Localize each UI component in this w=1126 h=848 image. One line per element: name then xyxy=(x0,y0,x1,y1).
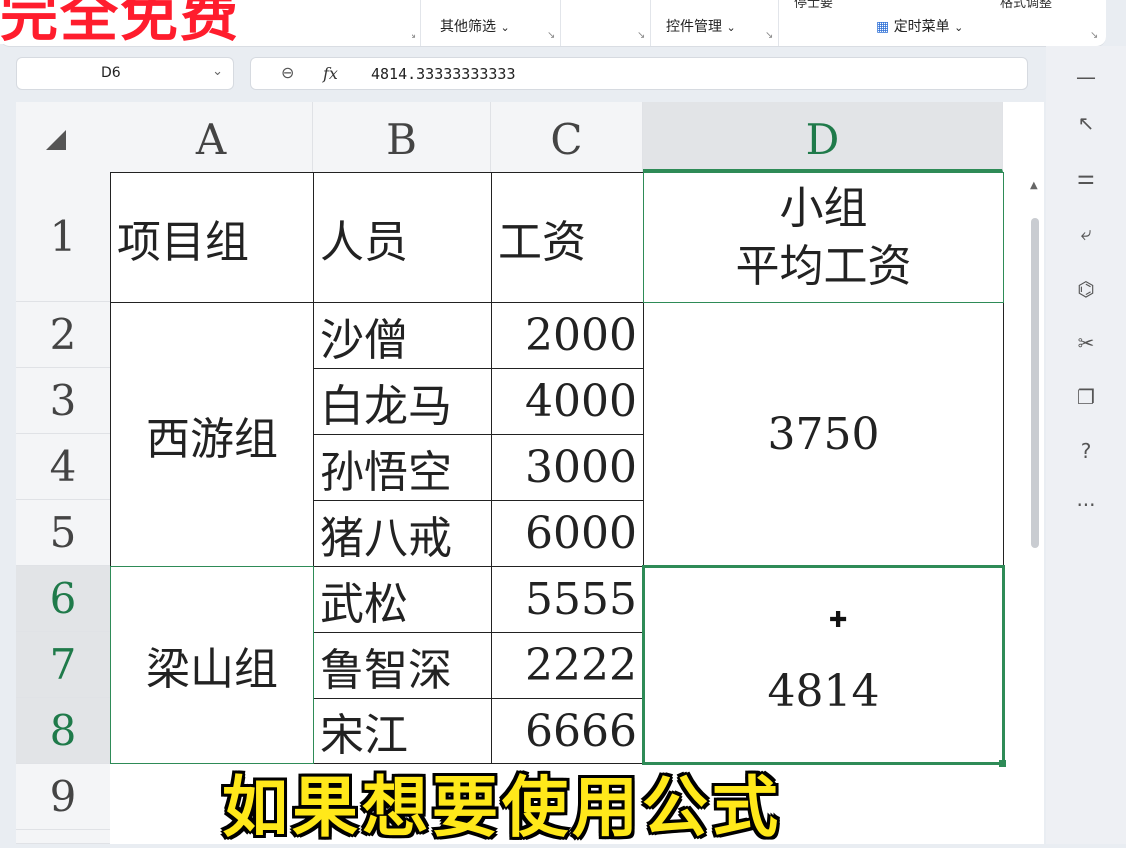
row-header-8[interactable]: 8 xyxy=(16,698,110,764)
cell-c6[interactable]: 5555 xyxy=(491,566,644,633)
row-header-1[interactable]: 1 xyxy=(16,172,110,302)
cell-c4[interactable]: 3000 xyxy=(491,434,644,501)
cell-d6-merged[interactable]: 4814 xyxy=(643,566,1004,764)
dialog-launcher-icon[interactable]: ↘ xyxy=(1090,30,1098,41)
book-icon[interactable]: ❐ xyxy=(1068,382,1104,412)
cell-b8[interactable]: 宋江 xyxy=(313,698,492,764)
cell-b3[interactable]: 白龙马 xyxy=(313,368,492,435)
chevron-down-icon: ⌄ xyxy=(500,21,510,34)
fill-handle[interactable] xyxy=(999,760,1006,767)
minimize-icon[interactable]: — xyxy=(1068,62,1104,92)
free-banner: 完全免费 xyxy=(0,0,241,49)
menu-app-icon: ▦ xyxy=(876,19,890,35)
column-header-c[interactable]: C xyxy=(491,102,643,172)
cell-a1[interactable]: 项目组 xyxy=(110,172,314,303)
avg-header-line2: 平均工资 xyxy=(735,240,912,292)
flow-icon[interactable]: ⌬ xyxy=(1068,274,1104,304)
cell-d1[interactable]: 小组 平均工资 xyxy=(643,172,1004,303)
control-manage-button[interactable]: 控件管理 ⌄ xyxy=(666,16,736,36)
column-header-b[interactable]: B xyxy=(313,102,491,172)
video-caption: 如果想要使用公式 xyxy=(222,769,782,846)
formula-bar[interactable]: ⊖ fx 4814.33333333333 xyxy=(250,57,1028,90)
cursor-select-icon[interactable]: ↖ xyxy=(1068,108,1104,138)
cell-c2[interactable]: 2000 xyxy=(491,302,644,369)
row-header-2[interactable]: 2 xyxy=(16,302,110,368)
control-manage-label: 控件管理 xyxy=(666,19,722,35)
cell-reference: D6 xyxy=(101,65,121,81)
tools-icon[interactable]: ✂ xyxy=(1068,328,1104,358)
cell-c1[interactable]: 工资 xyxy=(491,172,644,303)
avg-header-line1: 小组 xyxy=(779,182,868,234)
row-header-3[interactable]: 3 xyxy=(16,368,110,434)
timer-menu-button[interactable]: ▦ 定时菜单 ⌄ xyxy=(876,16,963,36)
cell-d2-merged[interactable]: 3750 xyxy=(643,302,1004,567)
select-all-icon xyxy=(46,130,66,150)
row-header-9[interactable]: 9 xyxy=(16,764,110,830)
cell-c5[interactable]: 6000 xyxy=(491,500,644,567)
dialog-launcher-icon[interactable]: ↘ xyxy=(637,30,645,41)
row-header-6[interactable]: 6 xyxy=(16,566,110,632)
more-icon[interactable]: ··· xyxy=(1068,490,1104,520)
row-header-10[interactable] xyxy=(16,830,110,844)
dialog-launcher-icon[interactable]: ↘ xyxy=(765,30,773,41)
cell-b2[interactable]: 沙僧 xyxy=(313,302,492,369)
cell-a2-merged[interactable]: 西游组 xyxy=(110,302,314,567)
other-filter-button[interactable]: 其他筛选 ⌄ xyxy=(440,16,510,36)
zoom-search-icon[interactable]: ⊖ xyxy=(281,63,294,82)
cell-b6[interactable]: 武松 xyxy=(313,566,492,633)
cell-b1[interactable]: 人员 xyxy=(313,172,492,303)
chevron-down-icon: ⌄ xyxy=(954,21,964,34)
scroll-up-icon[interactable]: ▲ xyxy=(1030,180,1038,191)
cell-c8[interactable]: 6666 xyxy=(491,698,644,764)
vertical-scrollbar[interactable]: ▲ xyxy=(1028,180,1042,560)
column-header-d[interactable]: D xyxy=(643,102,1003,172)
cell-a6-merged[interactable]: 梁山组 xyxy=(110,566,314,764)
cell-b4[interactable]: 孙悟空 xyxy=(313,434,492,501)
column-header-a[interactable]: A xyxy=(110,102,313,172)
row-header-7[interactable]: 7 xyxy=(16,632,110,698)
name-box[interactable]: D6 ⌄ xyxy=(16,57,234,90)
dialog-launcher-icon[interactable]: ↘ xyxy=(547,30,555,41)
row-header-5[interactable]: 5 xyxy=(16,500,110,566)
ribbon-cut-label: 格式调整 xyxy=(1000,0,1053,11)
adjust-icon[interactable]: ⚌ xyxy=(1068,162,1104,192)
cell-c3[interactable]: 4000 xyxy=(491,368,644,435)
fx-icon[interactable]: fx xyxy=(323,64,338,83)
chevron-down-icon: ⌄ xyxy=(726,21,736,34)
formula-value[interactable]: 4814.33333333333 xyxy=(371,65,516,83)
ribbon-cut-label: 停士要 xyxy=(794,0,834,11)
cell-cursor-icon: ✚ xyxy=(829,608,848,633)
help-icon[interactable]: ? xyxy=(1068,436,1104,466)
scroll-thumb[interactable] xyxy=(1031,218,1039,548)
cell-b5[interactable]: 猪八戒 xyxy=(313,500,492,567)
timer-menu-label: 定时菜单 xyxy=(893,19,950,35)
chevron-down-icon[interactable]: ⌄ xyxy=(212,64,223,79)
cell-b7[interactable]: 鲁智深 xyxy=(313,632,492,699)
other-filter-label: 其他筛选 xyxy=(440,19,496,35)
row-header-4[interactable]: 4 xyxy=(16,434,110,500)
transform-icon[interactable]: ⤶ xyxy=(1068,218,1104,248)
cell-c7[interactable]: 2222 xyxy=(491,632,644,699)
